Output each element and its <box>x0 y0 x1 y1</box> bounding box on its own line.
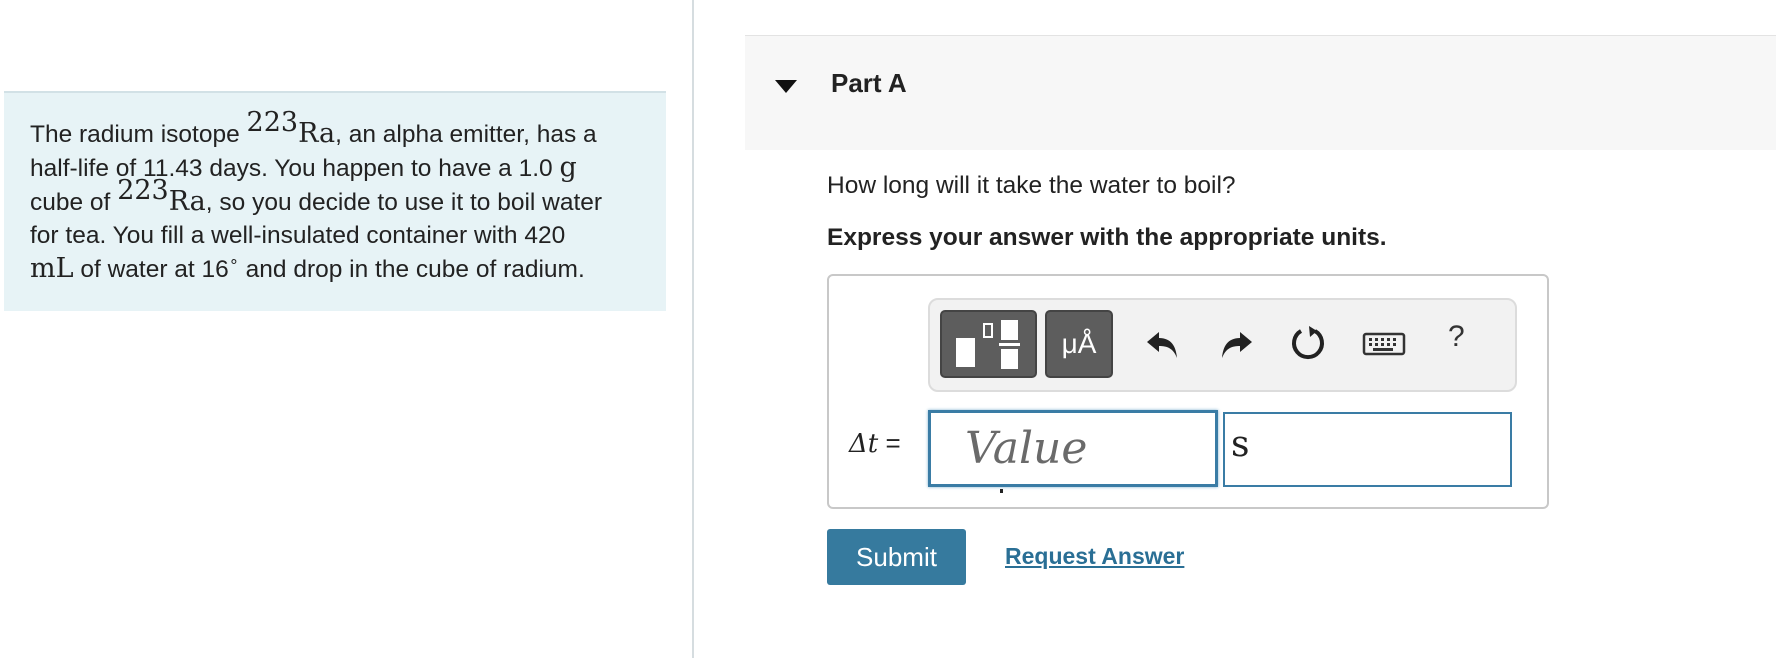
submit-button[interactable]: Submit <box>827 529 966 585</box>
isotope-mass-number: 223 <box>246 106 299 138</box>
part-title: Part A <box>831 68 907 98</box>
templates-button[interactable] <box>940 310 1037 378</box>
keyboard-icon[interactable] <box>1362 320 1406 366</box>
unit-milliliters: mL <box>30 253 74 284</box>
problem-line-4: for tea. You fill a well-insulated conta… <box>30 222 566 249</box>
unit-input[interactable]: s <box>1223 412 1512 487</box>
symbols-button[interactable]: μÅ <box>1045 310 1113 378</box>
unit-grams: g <box>559 152 577 183</box>
problem-line-5: mL of water at 16∘ and drop in the cube … <box>30 252 585 284</box>
reset-icon[interactable] <box>1285 320 1331 366</box>
help-button[interactable]: ? <box>1448 320 1465 354</box>
redo-icon[interactable] <box>1212 320 1258 366</box>
part-a-header[interactable]: Part A <box>745 35 1776 150</box>
math-toolbar: μÅ ? <box>928 298 1517 392</box>
instruction-text: Express your answer with the appropriate… <box>827 224 1387 251</box>
problem-line-1: The radium isotope 223Ra, an alpha emitt… <box>30 106 597 149</box>
collapse-caret-icon[interactable] <box>775 80 797 93</box>
cursor-dot <box>1000 489 1003 493</box>
request-answer-link[interactable]: Request Answer <box>1005 543 1184 570</box>
value-input[interactable] <box>928 410 1218 487</box>
isotope-mass-number: 223 <box>117 174 169 206</box>
answer-box: μÅ ? Δt = s <box>827 274 1549 509</box>
column-divider <box>692 0 694 658</box>
variable-label: Δt = <box>849 428 901 459</box>
question-text: How long will it take the water to boil? <box>827 172 1236 199</box>
degree-symbol: ∘ <box>228 252 239 270</box>
isotope-symbol: Ra <box>168 186 206 217</box>
isotope-symbol: Ra <box>298 118 336 149</box>
undo-icon[interactable] <box>1141 320 1187 366</box>
problem-line-3: cube of 223Ra, so you decide to use it t… <box>30 174 603 217</box>
problem-statement: The radium isotope 223Ra, an alpha emitt… <box>4 91 666 311</box>
